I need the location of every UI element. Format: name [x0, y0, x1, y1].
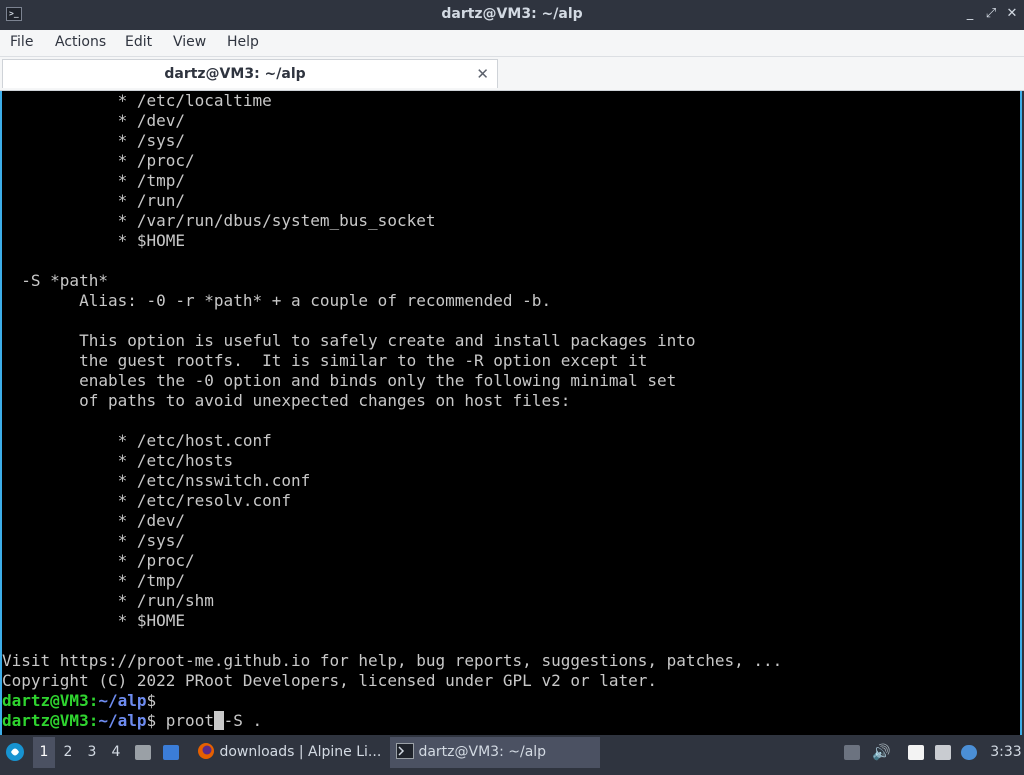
terminal-line: the guest rootfs. It is similar to the -… — [2, 351, 648, 370]
terminal-line: of paths to avoid unexpected changes on … — [2, 391, 571, 410]
terminal-line: This option is useful to safely create a… — [2, 331, 696, 350]
close-button[interactable]: ✕ — [1004, 6, 1020, 24]
menu-bar: File Actions Edit View Help — [0, 30, 1024, 57]
terminal-line: * /proc/ — [2, 151, 195, 170]
menu-view[interactable]: View — [173, 34, 206, 50]
terminal-line: enables the -0 option and binds only the… — [2, 371, 677, 390]
task-label: dartz@VM3: ~/alp — [418, 744, 547, 760]
file-manager-icon[interactable] — [135, 745, 151, 760]
taskbar: 1 2 3 4 downloads | Alpine Li... dartz@V… — [0, 737, 1024, 768]
prompt-user: dartz@VM3 — [2, 691, 89, 710]
minimize-button[interactable]: _ — [962, 6, 978, 24]
app-menu-button[interactable] — [4, 737, 28, 768]
terminal-line: * $HOME — [2, 231, 186, 250]
menu-edit[interactable]: Edit — [125, 34, 152, 50]
menu-help[interactable]: Help — [227, 34, 259, 50]
tab-label: dartz@VM3: ~/alp — [164, 66, 306, 82]
terminal-line: * /var/run/dbus/system_bus_socket — [2, 211, 436, 230]
tab-bar: dartz@VM3: ~/alp ✕ — [0, 57, 1024, 91]
terminal-output[interactable]: * /etc/localtime * /dev/ * /sys/ * /proc… — [0, 91, 1022, 735]
terminal-line: * /etc/nsswitch.conf — [2, 471, 311, 490]
tab-close-icon[interactable]: ✕ — [476, 65, 489, 83]
clock[interactable]: 3:33 — [990, 737, 1022, 768]
workspace-1[interactable]: 1 — [33, 737, 55, 768]
terminal-line: * /tmp/ — [2, 171, 186, 190]
window-title: dartz@VM3: ~/alp — [441, 6, 583, 22]
updates-tray-icon[interactable] — [844, 745, 860, 760]
text-cursor — [213, 711, 224, 730]
menu-actions[interactable]: Actions — [55, 34, 106, 50]
tab-terminal[interactable]: dartz@VM3: ~/alp ✕ — [2, 59, 498, 88]
terminal-line: * /etc/host.conf — [2, 431, 272, 450]
window-titlebar: >_ dartz@VM3: ~/alp _ ⤢ ✕ — [0, 0, 1024, 30]
task-label: downloads | Alpine Li... — [219, 744, 382, 760]
menu-file[interactable]: File — [10, 34, 33, 50]
show-desktop-icon[interactable] — [163, 745, 179, 760]
prompt-separator: : — [88, 691, 99, 710]
workspace-2[interactable]: 2 — [57, 737, 79, 768]
task-terminal[interactable]: dartz@VM3: ~/alp — [390, 737, 600, 768]
command-text-after-cursor: -S . — [223, 711, 263, 730]
terminal-line: * /sys/ — [2, 531, 186, 550]
terminal-line: * /run/shm — [2, 591, 214, 610]
prompt-symbol: $ — [146, 691, 157, 710]
task-firefox[interactable]: downloads | Alpine Li... — [191, 737, 386, 768]
prompt-path: ~/alp — [98, 711, 147, 730]
clipboard-icon[interactable] — [908, 745, 924, 760]
prompt-line-previous: dartz@VM3:~/alp$ — [2, 691, 156, 711]
start-menu-icon — [6, 743, 24, 761]
terminal-icon — [396, 743, 414, 759]
network-icon[interactable] — [935, 745, 951, 760]
prompt-separator: : — [88, 711, 99, 730]
notifications-icon[interactable] — [961, 745, 977, 760]
command-text: proot — [156, 711, 214, 730]
terminal-line: Alias: -0 -r *path* + a couple of recomm… — [2, 291, 552, 310]
terminal-line: * /run/ — [2, 191, 186, 210]
terminal-line: * /dev/ — [2, 511, 186, 530]
workspace-3[interactable]: 3 — [81, 737, 103, 768]
terminal-line: * /proc/ — [2, 551, 195, 570]
terminal-line: * /dev/ — [2, 111, 186, 130]
terminal-line: -S *path* — [2, 271, 108, 290]
terminal-line: * $HOME — [2, 611, 186, 630]
terminal-line: Copyright (C) 2022 PRoot Developers, lic… — [2, 671, 658, 690]
prompt-user: dartz@VM3 — [2, 711, 89, 730]
terminal-line: * /etc/localtime — [2, 91, 272, 110]
firefox-icon — [198, 743, 214, 759]
terminal-line: * /etc/hosts — [2, 451, 234, 470]
terminal-line: * /sys/ — [2, 131, 186, 150]
terminal-line: * /tmp/ — [2, 571, 186, 590]
volume-icon[interactable]: 🔊 — [872, 737, 892, 768]
prompt-path: ~/alp — [98, 691, 147, 710]
terminal-line: Visit https://proot-me.github.io for hel… — [2, 651, 783, 670]
maximize-button[interactable]: ⤢ — [983, 6, 999, 24]
terminal-line: * /etc/resolv.conf — [2, 491, 291, 510]
workspace-4[interactable]: 4 — [105, 737, 127, 768]
prompt-line-current[interactable]: dartz@VM3:~/alp$ proot -S . — [2, 711, 262, 731]
prompt-symbol: $ — [146, 711, 157, 730]
